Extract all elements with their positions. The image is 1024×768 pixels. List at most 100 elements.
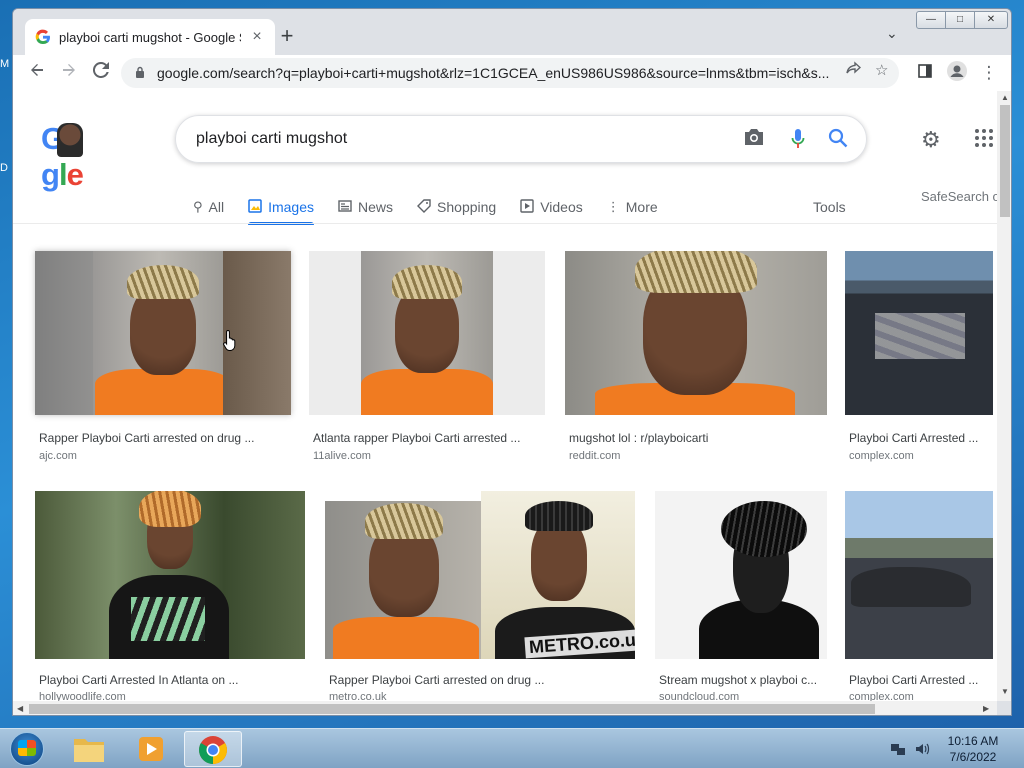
search-input[interactable] [196, 130, 696, 148]
result-source[interactable]: soundcloud.com [659, 691, 739, 701]
image-result[interactable]: Stream mugshot x playboi c... soundcloud… [655, 491, 827, 701]
result-thumbnail[interactable] [845, 251, 993, 415]
browser-toolbar: google.com/search?q=playboi+carti+mugsho… [13, 55, 1011, 91]
scrollbar-thumb[interactable] [29, 704, 875, 714]
back-arrow-icon[interactable] [25, 61, 49, 85]
result-source[interactable]: ajc.com [39, 450, 77, 462]
image-result[interactable]: mugshot lol : r/playboicarti reddit.com [565, 251, 827, 471]
result-title[interactable]: Rapper Playboi Carti arrested on drug ..… [39, 431, 287, 445]
search-icon[interactable] [826, 128, 850, 152]
taskbar-chrome[interactable] [184, 731, 242, 767]
result-source[interactable]: complex.com [849, 450, 914, 462]
vertical-scrollbar[interactable]: ▲ ▼ [997, 91, 1011, 701]
url-text: google.com/search?q=playboi+carti+mugsho… [157, 65, 830, 81]
tab-shopping[interactable]: Shopping [417, 189, 496, 225]
share-icon[interactable] [845, 61, 862, 81]
result-source[interactable]: reddit.com [569, 450, 620, 462]
close-window-button[interactable]: ✕ [974, 11, 1008, 29]
result-source[interactable]: complex.com [849, 691, 914, 701]
clock-time: 10:16 AM [947, 734, 999, 748]
result-source[interactable]: hollywoodlife.com [39, 691, 126, 701]
forward-arrow-icon[interactable] [57, 61, 81, 85]
image-icon [248, 198, 262, 216]
scrollbar-thumb[interactable] [1000, 105, 1010, 217]
close-tab-icon[interactable]: × [249, 28, 265, 46]
microphone-icon[interactable] [786, 128, 810, 152]
search-box[interactable] [175, 115, 867, 163]
search-icon: ⚲ [193, 199, 203, 214]
gear-icon[interactable]: ⚙ [921, 127, 941, 153]
tools-button[interactable]: Tools [813, 199, 846, 215]
search-type-tabs: ⚲ All Images News Shopping Videos ⋮ More [193, 189, 658, 225]
google-doodle-logo[interactable]: Ggle [41, 121, 131, 192]
media-player-icon [139, 737, 163, 761]
tab-label: News [358, 199, 394, 215]
image-result[interactable]: METRO.co.uk Rapper Playboi Carti arreste… [325, 491, 635, 701]
desktop-edge-label: D [0, 162, 8, 174]
taskbar: 10:16 AM 7/6/2022 [0, 728, 1024, 768]
browser-tab[interactable]: playboi carti mugshot - Google S × [25, 19, 275, 55]
desktop-edge-label: M [0, 58, 10, 70]
result-thumbnail[interactable] [35, 491, 305, 659]
taskbar-media-player[interactable] [122, 731, 180, 767]
system-clock[interactable]: 10:16 AM 7/6/2022 [938, 733, 1008, 765]
result-title[interactable]: mugshot lol : r/playboicarti [569, 431, 823, 445]
image-result[interactable]: Playboi Carti Arrested ... complex.com [845, 491, 993, 701]
result-thumbnail[interactable]: METRO.co.uk [325, 491, 635, 659]
result-source[interactable]: 11alive.com [313, 450, 371, 462]
reload-icon[interactable] [89, 61, 113, 85]
browser-window: playboi carti mugshot - Google S × + ⌄ —… [12, 8, 1012, 716]
search-results-page: Ggle ⚙ ⚲ All [13, 91, 997, 701]
google-favicon-icon [35, 29, 50, 45]
address-bar[interactable]: google.com/search?q=playboi+carti+mugsho… [121, 58, 899, 88]
image-result[interactable]: Playboi Carti Arrested ... complex.com [845, 251, 993, 471]
network-icon[interactable] [890, 741, 906, 760]
image-result[interactable]: Rapper Playboi Carti arrested on drug ..… [35, 251, 291, 471]
play-icon [520, 198, 534, 216]
camera-icon[interactable] [742, 128, 766, 152]
tab-all[interactable]: ⚲ All [193, 189, 224, 225]
horizontal-scrollbar[interactable]: ◀ ▶ [13, 701, 997, 715]
header-divider [13, 223, 997, 224]
bookmark-star-icon[interactable]: ☆ [875, 61, 888, 79]
result-thumbnail[interactable] [309, 251, 545, 415]
maximize-button[interactable]: □ [945, 11, 975, 29]
apps-grid-icon[interactable] [975, 129, 993, 147]
result-thumbnail[interactable] [845, 491, 993, 659]
scroll-down-icon[interactable]: ▼ [997, 687, 1011, 696]
profile-avatar-icon[interactable] [945, 61, 969, 85]
windows-logo-icon [18, 740, 36, 756]
result-title[interactable]: Atlanta rapper Playboi Carti arrested ..… [313, 431, 541, 445]
chrome-menu-icon[interactable]: ⋮ [977, 61, 1001, 85]
result-thumbnail[interactable] [565, 251, 827, 415]
result-thumbnail[interactable] [35, 251, 291, 415]
result-title[interactable]: Playboi Carti Arrested ... [849, 673, 989, 687]
scroll-right-icon[interactable]: ▶ [983, 704, 989, 713]
lock-icon[interactable] [135, 66, 147, 81]
taskbar-explorer[interactable] [60, 731, 118, 767]
side-panel-icon[interactable] [913, 61, 937, 85]
minimize-button[interactable]: — [916, 11, 946, 29]
tab-videos[interactable]: Videos [520, 189, 583, 225]
scroll-left-icon[interactable]: ◀ [17, 704, 23, 713]
result-title[interactable]: Playboi Carti Arrested In Atlanta on ... [39, 673, 301, 687]
tab-title: playboi carti mugshot - Google S [59, 29, 241, 45]
result-thumbnail[interactable] [655, 491, 827, 659]
new-tab-button[interactable]: + [275, 25, 299, 49]
result-title[interactable]: Playboi Carti Arrested ... [849, 431, 989, 445]
tag-icon [417, 198, 431, 216]
image-result[interactable]: Playboi Carti Arrested In Atlanta on ...… [35, 491, 305, 701]
tab-news[interactable]: News [338, 189, 393, 225]
result-title[interactable]: Stream mugshot x playboi c... [659, 673, 823, 687]
image-result[interactable]: Atlanta rapper Playboi Carti arrested ..… [309, 251, 545, 471]
tab-images[interactable]: Images [248, 189, 314, 225]
tab-search-icon[interactable]: ⌄ [886, 25, 898, 42]
volume-icon[interactable] [914, 741, 930, 760]
result-title[interactable]: Rapper Playboi Carti arrested on drug ..… [329, 673, 629, 687]
result-source[interactable]: metro.co.uk [329, 691, 386, 701]
tab-more[interactable]: ⋮ More [607, 189, 658, 225]
scroll-up-icon[interactable]: ▲ [997, 93, 1011, 102]
news-icon [338, 199, 352, 215]
start-button[interactable] [4, 729, 48, 768]
safesearch-toggle[interactable]: SafeSearch o [921, 189, 997, 204]
